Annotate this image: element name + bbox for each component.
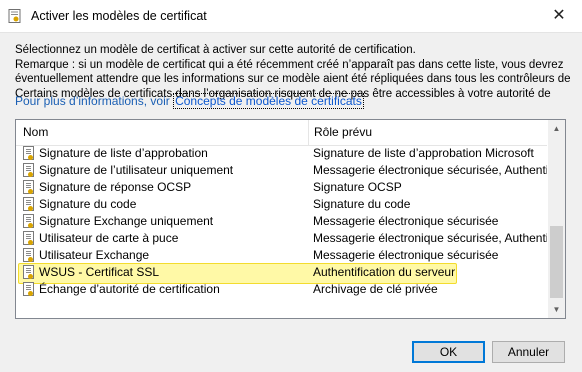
description-line: éventuellement attendre que les informat… [15, 73, 571, 85]
close-icon[interactable]: ✕ [536, 0, 582, 32]
certificate-app-icon [8, 9, 21, 23]
vertical-scrollbar[interactable]: ▲ ▼ [548, 120, 565, 318]
table-row[interactable]: WSUS - Certificat SSL Authentification du… [16, 263, 547, 284]
template-name: Signature de liste d’approbation [39, 146, 208, 160]
certificate-template-icon [23, 248, 34, 262]
template-role: Archivage de clé privée [313, 282, 438, 296]
column-header-role[interactable]: Rôle prévu [307, 120, 554, 145]
certificate-template-icon [23, 197, 34, 211]
window-title: Activer les modèles de certificat [31, 9, 207, 23]
certificate-template-icon [23, 146, 34, 160]
table-row[interactable]: Signature de liste d’approbation Signatur… [16, 145, 547, 162]
template-name: Signature de l’utilisateur uniquement [39, 163, 234, 177]
table-row[interactable]: Utilisateur Exchange Messagerie électroni… [16, 247, 547, 264]
list-header: Nom Rôle prévu [16, 120, 547, 146]
table-row[interactable]: Signature de réponse OCSP Signature OCSP [16, 179, 547, 196]
table-row[interactable]: Échange d’autorité de certification Archi… [16, 281, 547, 298]
template-name: WSUS - Certificat SSL [39, 265, 160, 279]
table-row[interactable]: Signature du code Signature du code [16, 196, 547, 213]
template-role: Signature de liste d’approbation Microso… [313, 146, 534, 160]
ok-button[interactable]: OK [412, 341, 485, 363]
template-role: Signature OCSP [313, 180, 402, 194]
template-role: Messagerie électronique sécurisée [313, 248, 499, 262]
template-name: Utilisateur Exchange [39, 248, 150, 262]
certificate-template-icon [23, 163, 34, 177]
certificate-template-icon [23, 180, 34, 194]
description-line: Remarque : si un modèle de certificat qu… [15, 58, 564, 71]
scrollbar-thumb[interactable] [550, 226, 563, 298]
column-header-name[interactable]: Nom [16, 120, 309, 145]
template-name: Signature du code [39, 197, 137, 211]
certificate-template-list[interactable]: Nom Rôle prévu Signature de liste d’appr… [15, 119, 566, 319]
certificate-template-icon [23, 265, 34, 279]
scroll-down-icon[interactable]: ▼ [548, 301, 565, 318]
template-name: Signature Exchange uniquement [39, 214, 214, 228]
template-role: Messagerie électronique sécurisée [313, 214, 499, 228]
certificate-template-icon [23, 282, 34, 296]
certificate-template-icon [23, 231, 34, 245]
description-line: Sélectionnez un modèle de certificat à a… [15, 44, 416, 56]
more-info-prefix: Pour plus d’informations, voir [15, 94, 174, 108]
template-role: Authentification du serveur [313, 265, 456, 279]
certificate-templates-concepts-link[interactable]: Concepts de modèles de certificats [173, 93, 364, 109]
cancel-button[interactable]: Annuler [492, 341, 565, 363]
table-row[interactable]: Signature Exchange uniquement Messagerie … [16, 213, 547, 230]
scroll-up-icon[interactable]: ▲ [548, 120, 565, 137]
template-role: Messagerie électronique sécurisée, Authe… [313, 231, 547, 245]
more-info-line: Pour plus d’informations, voir Concepts … [15, 93, 364, 109]
template-name: Échange d’autorité de certification [39, 282, 220, 296]
template-role: Signature du code [313, 197, 411, 211]
title-bar: Activer les modèles de certificat ✕ [0, 0, 582, 33]
template-role: Messagerie électronique sécurisée, Authe… [313, 163, 547, 177]
template-name: Utilisateur de carte à puce [39, 231, 179, 245]
certificate-template-icon [23, 214, 34, 228]
template-name: Signature de réponse OCSP [39, 180, 192, 194]
table-row[interactable]: Utilisateur de carte à puce Messagerie él… [16, 230, 547, 247]
list-rows: Signature de liste d’approbation Signatur… [16, 145, 547, 298]
table-row[interactable]: Signature de l’utilisateur uniquement Mes… [16, 162, 547, 179]
